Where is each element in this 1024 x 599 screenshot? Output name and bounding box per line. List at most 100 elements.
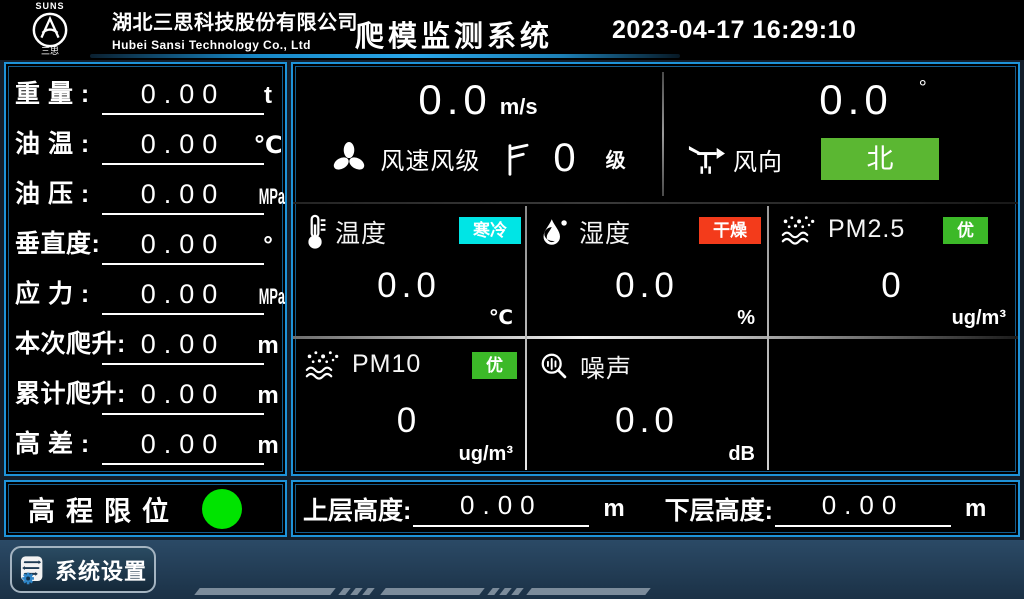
metric-unit: m: [252, 332, 284, 360]
company-name: 湖北三思科技股份有限公司 Hubei Sansi Technology Co.,…: [112, 6, 358, 52]
metric-label: 油 温 :: [15, 124, 90, 160]
metric-value: 0.00: [102, 329, 264, 365]
metric-label: 重 量 :: [15, 74, 90, 110]
metric-label: 应 力 :: [15, 274, 90, 310]
heights-panel: 上层高度: 0.00 m 下层高度: 0.00 m: [291, 480, 1020, 537]
beaufort-flag-icon: [506, 140, 531, 178]
metric-unit: ℃: [252, 131, 284, 160]
metric-row-total-climb: 累计爬升: 0.00 m: [6, 369, 285, 419]
metric-row-current-climb: 本次爬升: 0.00 m: [6, 319, 285, 369]
pm10-unit: ug/m³: [459, 443, 513, 466]
pm10-value: 0: [293, 401, 525, 441]
upper-height-value: 0.00: [413, 490, 589, 527]
wind-direction-unit: °: [919, 77, 927, 99]
noise-value: 0.0: [527, 401, 767, 441]
pm25-cell: PM2.5 优 0 ug/m³: [769, 204, 1018, 336]
noise-cell: 噪声 0.0 dB: [527, 339, 767, 472]
elevation-limit-label: 高程限位: [28, 489, 180, 528]
wind-speed-section: 0.0 m/s 风速风级 0 级: [293, 64, 663, 202]
wind-vane-icon: [688, 142, 725, 176]
humidity-value: 0.0: [527, 266, 767, 306]
metric-unit: MPa: [259, 284, 278, 310]
wind-direction-value: 0.0: [819, 76, 892, 123]
metric-unit: t: [252, 82, 284, 110]
metric-row-oil-pressure: 油 压 : 0.00 MPa: [6, 169, 285, 219]
humidity-unit: %: [737, 307, 755, 330]
metric-unit: m: [252, 432, 284, 460]
metric-label: 垂直度:: [15, 224, 100, 260]
metric-unit: MPa: [259, 184, 278, 210]
wind-level-unit: 级: [606, 144, 626, 173]
metric-unit: °: [252, 232, 284, 260]
metric-value: 0.00: [102, 429, 264, 465]
header-divider: [90, 54, 680, 58]
pm10-cell: PM10 优 0 ug/m³: [293, 339, 525, 472]
thermometer-icon: [305, 214, 326, 250]
metric-row-height-diff: 高 差 : 0.00 m: [6, 419, 285, 469]
humidity-label: 湿度: [579, 214, 631, 250]
temperature-unit: ℃: [489, 305, 513, 330]
metric-row-stress: 应 力 : 0.00 MPa: [6, 269, 285, 319]
upper-height-label: 上层高度:: [303, 491, 411, 527]
noise-magnifier-icon: [539, 351, 571, 383]
pm25-unit: ug/m³: [952, 307, 1006, 330]
system-settings-button[interactable]: 系统设置: [10, 546, 156, 593]
wind-speed-value: 0.0: [418, 76, 491, 123]
humidity-status-badge: 干燥: [699, 217, 761, 244]
humidity-cell: 湿度 干燥 0.0 %: [527, 204, 767, 336]
noise-unit: dB: [728, 443, 755, 466]
metric-value: 0.00: [102, 379, 264, 415]
wind-direction-label: 风向: [733, 142, 783, 177]
lower-height-label: 下层高度:: [665, 491, 773, 527]
metric-label: 油 压 :: [15, 174, 90, 210]
wind-direction-section: 0.0 ° 风向 北: [664, 64, 1018, 202]
fan-icon: [330, 140, 368, 178]
metrics-panel: 重 量 : 0.00 t 油 温 : 0.00 ℃ 油 压 : 0.00 MPa…: [4, 62, 287, 476]
temperature-label: 温度: [335, 214, 387, 250]
metric-value: 0.00: [102, 179, 264, 215]
upper-height-unit: m: [603, 495, 624, 523]
metric-row-weight: 重 量 : 0.00 t: [6, 69, 285, 119]
system-settings-label: 系统设置: [55, 554, 147, 586]
pm25-status-badge: 优: [943, 217, 988, 244]
footer-bar: 系统设置: [0, 540, 1024, 599]
droplet-icon: [539, 217, 570, 248]
metric-value: 0.00: [102, 279, 264, 315]
metric-value: 0.00: [102, 229, 264, 265]
company-name-en: Hubei Sansi Technology Co., Ltd: [112, 38, 358, 52]
pm25-label: PM2.5: [828, 215, 905, 244]
metric-value: 0.00: [102, 79, 264, 115]
wind-direction-badge: 北: [821, 138, 939, 180]
wind-speed-label: 风速风级: [380, 141, 480, 176]
header: SUNS 三思 湖北三思科技股份有限公司 Hubei Sansi Technol…: [0, 0, 1024, 60]
metric-unit: m: [252, 382, 284, 410]
particles-icon: [781, 214, 819, 245]
metric-row-oil-temp: 油 温 : 0.00 ℃: [6, 119, 285, 169]
pm10-label: PM10: [352, 350, 421, 379]
pm10-status-badge: 优: [472, 352, 517, 379]
metric-label: 高 差 :: [15, 424, 90, 460]
logo-bottom-text: 三思: [26, 44, 74, 57]
wind-level-value: 0: [553, 136, 575, 181]
metric-value: 0.00: [102, 129, 264, 165]
company-name-cn: 湖北三思科技股份有限公司: [112, 6, 358, 35]
particles-icon: [305, 349, 343, 380]
lower-height-unit: m: [965, 495, 986, 523]
noise-label: 噪声: [580, 349, 632, 385]
environment-panel: 0.0 m/s 风速风级 0 级 0.0 °: [291, 62, 1020, 476]
wind-speed-value-row: 0.0 m/s: [293, 76, 663, 124]
wind-direction-value-row: 0.0 °: [664, 76, 1018, 124]
elevation-limit-panel: 高程限位: [4, 480, 287, 537]
sliders-gear-icon: [19, 550, 45, 590]
metric-row-verticality: 垂直度: 0.00 °: [6, 219, 285, 269]
lower-height-value: 0.00: [775, 490, 951, 527]
temperature-cell: 温度 寒冷 0.0 ℃: [293, 204, 525, 336]
logo-top-text: SUNS: [26, 1, 74, 11]
datetime-display: 2023-04-17 16:29:10: [612, 16, 856, 45]
temperature-status-badge: 寒冷: [459, 217, 521, 244]
elevation-limit-status-indicator: [202, 489, 242, 529]
company-logo: SUNS 三思: [26, 0, 74, 58]
wind-speed-unit: m/s: [500, 94, 538, 119]
pm25-value: 0: [769, 266, 1018, 306]
temperature-value: 0.0: [293, 266, 525, 306]
